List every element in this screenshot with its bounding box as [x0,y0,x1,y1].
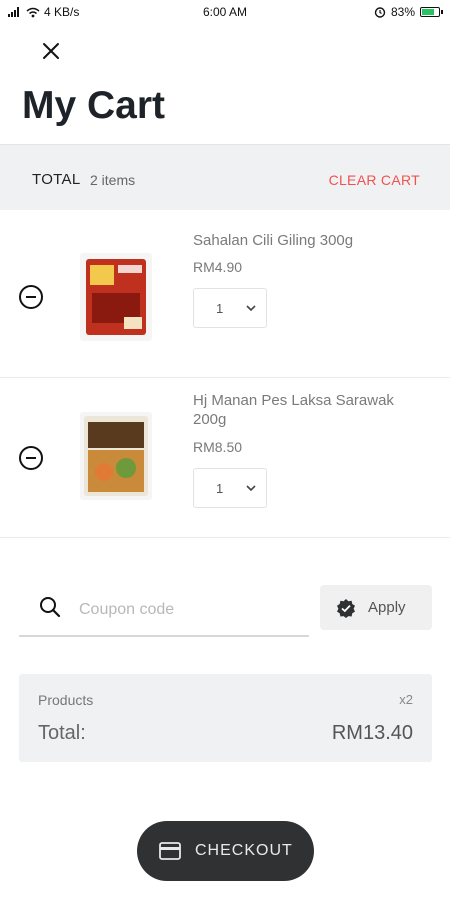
quantity-select[interactable]: 1 [193,288,267,328]
checkout-label: CHECKOUT [195,842,293,859]
battery-fill [422,9,434,15]
coupon-field [19,585,309,637]
status-bar: 4 KB/s 6:00 AM 83% [0,0,450,26]
quantity-select[interactable]: 1 [193,468,267,508]
chevron-down-icon [246,485,256,492]
close-button[interactable] [34,34,68,68]
cart-item: Sahalan Cili Giling 300g RM4.90 1 [0,218,450,378]
close-icon [43,43,59,59]
total-value: RM13.40 [331,722,413,744]
checkout-button[interactable]: CHECKOUT [137,821,314,881]
product-image [80,253,152,341]
product-name[interactable]: Sahalan Cili Giling 300g [193,231,423,250]
search-icon [40,597,61,618]
battery-icon [420,7,443,17]
minus-circle-icon [19,446,43,470]
remove-item-button[interactable] [18,445,44,471]
products-label: Products [38,692,94,708]
verified-badge-icon [337,598,355,618]
products-count: x2 [399,692,413,707]
apply-label: Apply [368,599,406,616]
status-right: 83% [374,5,443,19]
chevron-down-icon [246,305,256,312]
order-summary: Products x2 Total: RM13.40 [19,674,432,762]
apply-coupon-button[interactable]: Apply [320,585,432,630]
quantity-value: 1 [216,481,224,496]
product-price: RM8.50 [193,439,243,455]
quantity-value: 1 [216,301,224,316]
item-count: 2 items [90,172,136,188]
clear-cart-button[interactable]: CLEAR CART [329,172,420,188]
product-price: RM4.90 [193,259,243,275]
coupon-input[interactable] [79,597,299,623]
page-title: My Cart [22,84,166,127]
product-name[interactable]: Hj Manan Pes Laksa Sarawak 200g [193,391,423,429]
cart-total-bar: TOTAL 2 items CLEAR CART [0,144,450,210]
minus-circle-icon [19,285,43,309]
total-label: TOTAL [32,171,81,188]
credit-card-icon [159,842,181,860]
remove-item-button[interactable] [18,284,44,310]
battery-percent: 83% [390,5,415,19]
total-label: Total: [38,722,86,744]
product-image [80,412,152,500]
alarm-icon [374,7,386,18]
cart-item: Hj Manan Pes Laksa Sarawak 200g RM8.50 1 [0,378,450,538]
